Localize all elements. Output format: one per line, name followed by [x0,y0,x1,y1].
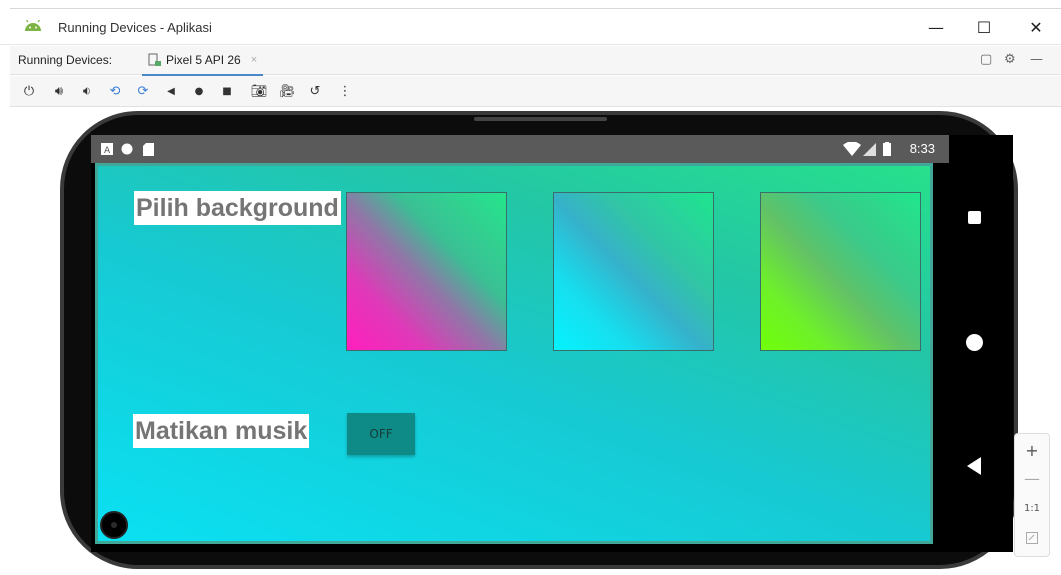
a-notification-icon: A [101,142,113,156]
volume-down-icon[interactable]: 🔉︎ [78,82,96,100]
close-tab-icon[interactable]: × [251,54,257,66]
close-window-button[interactable]: ✕ [1022,14,1050,40]
cell-signal-icon [863,142,876,156]
background-option-lime[interactable] [760,192,921,351]
front-camera [100,511,128,539]
running-devices-label: Running Devices: [18,53,113,67]
zoom-in-button[interactable]: + [1015,438,1049,462]
android-nav-bar [949,135,1013,552]
screen-record-icon[interactable]: 🎥︎ [278,82,296,100]
circle-notification-icon [121,142,133,156]
zoom-out-button[interactable]: — [1015,466,1049,490]
sd-card-icon [143,142,154,156]
device-tab-icon [148,53,161,66]
background-option-pink[interactable] [346,192,507,351]
window-edge [10,8,1061,9]
back-icon[interactable]: ◀ [162,82,180,100]
screenshot-icon[interactable]: 📷︎ [250,82,268,100]
background-option-cyan[interactable] [553,192,714,351]
device-screen: A 8:33 Pilih background Matikan musik OF… [91,135,1013,552]
power-icon[interactable]: ⏻ [20,82,38,100]
layout-icon[interactable]: ▢ [980,52,992,67]
actual-size-button[interactable]: 1:1 [1015,496,1049,520]
home-icon[interactable]: ● [190,82,208,100]
window-title: Running Devices - Aplikasi [58,20,212,35]
running-devices-bar: Running Devices: Pixel 5 API 26 × ▢ ⚙ — [10,46,1061,76]
maximize-button[interactable]: ☐ [970,14,998,40]
snapshot-icon[interactable]: ↺ [306,82,324,100]
device-toolbar: ⏻ 🔊︎ 🔉︎ ⟲ ⟳ ◀ ● ■ 📷︎ 🎥︎ ↺ ⋮ [10,76,1061,107]
window-titlebar: Running Devices - Aplikasi — ☐ ✕ [0,0,1061,45]
more-icon[interactable]: ⋮ [336,82,354,100]
status-time: 8:33 [909,141,935,156]
wifi-icon [843,142,861,156]
tab-label: Pixel 5 API 26 [166,53,241,67]
music-toggle-button[interactable]: OFF [347,413,415,455]
fit-screen-icon[interactable] [1015,526,1049,550]
overview-icon[interactable]: ■ [218,82,236,100]
svg-text:A: A [104,146,111,155]
device-stage: A 8:33 Pilih background Matikan musik OF… [10,107,1061,575]
volume-up-icon[interactable]: 🔊︎ [50,82,68,100]
overview-nav-icon[interactable] [968,211,981,224]
back-nav-icon[interactable] [967,457,981,475]
zoom-controls: + — 1:1 [1014,433,1050,557]
choose-background-label: Pilih background [134,191,341,225]
hide-panel-icon[interactable]: — [1030,52,1043,67]
mute-music-label: Matikan musik [133,414,310,448]
phone-speaker [474,117,607,121]
home-nav-icon[interactable] [966,334,983,351]
battery-icon [883,142,891,156]
rotate-left-icon[interactable]: ⟲ [106,82,124,100]
status-bar: A 8:33 [91,135,949,163]
android-icon [25,20,41,31]
settings-gear-icon[interactable]: ⚙ [1004,52,1016,67]
rotate-right-icon[interactable]: ⟳ [134,82,152,100]
tab-pixel-5-api-26[interactable]: Pixel 5 API 26 × [142,46,264,76]
minimize-button[interactable]: — [922,14,950,40]
app-content: Pilih background Matikan musik OFF [95,163,933,544]
